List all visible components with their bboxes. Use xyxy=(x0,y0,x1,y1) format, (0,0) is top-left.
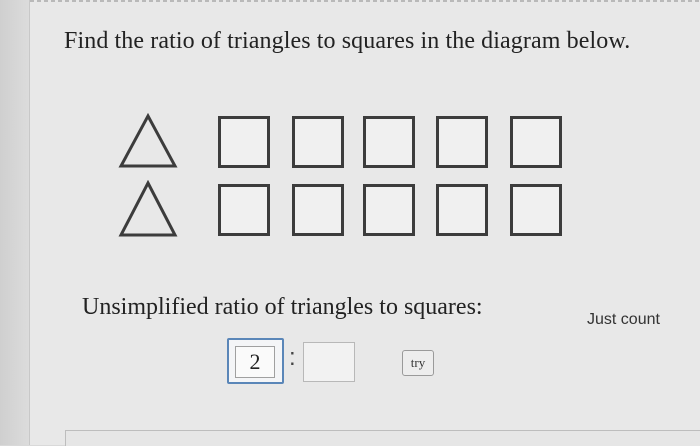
square-shape xyxy=(436,184,488,236)
triangle-shape xyxy=(118,180,178,237)
left-margin xyxy=(0,0,29,445)
square-shape xyxy=(510,184,562,236)
panel-top-divider xyxy=(30,0,700,2)
square-shape xyxy=(218,184,270,236)
square-shape xyxy=(363,116,415,168)
square-shape xyxy=(292,184,344,236)
ratio-prompt: Unsimplified ratio of triangles to squar… xyxy=(82,294,483,320)
square-shape xyxy=(363,184,415,236)
square-shape xyxy=(510,116,562,168)
ratio-separator: : xyxy=(289,344,296,371)
try-button[interactable]: try xyxy=(402,350,434,376)
square-shape xyxy=(436,116,488,168)
denominator-input[interactable] xyxy=(303,342,355,382)
numerator-input[interactable]: 2 xyxy=(235,346,275,378)
question-panel: Find the ratio of triangles to squares i… xyxy=(29,0,700,446)
question-text: Find the ratio of triangles to squares i… xyxy=(64,28,631,54)
square-shape xyxy=(218,116,270,168)
numerator-field-wrapper: 2 xyxy=(227,338,284,384)
hint-note: Just count xyxy=(587,311,660,328)
triangle-shape xyxy=(118,113,178,168)
next-section-edge xyxy=(65,430,700,446)
square-shape xyxy=(292,116,344,168)
